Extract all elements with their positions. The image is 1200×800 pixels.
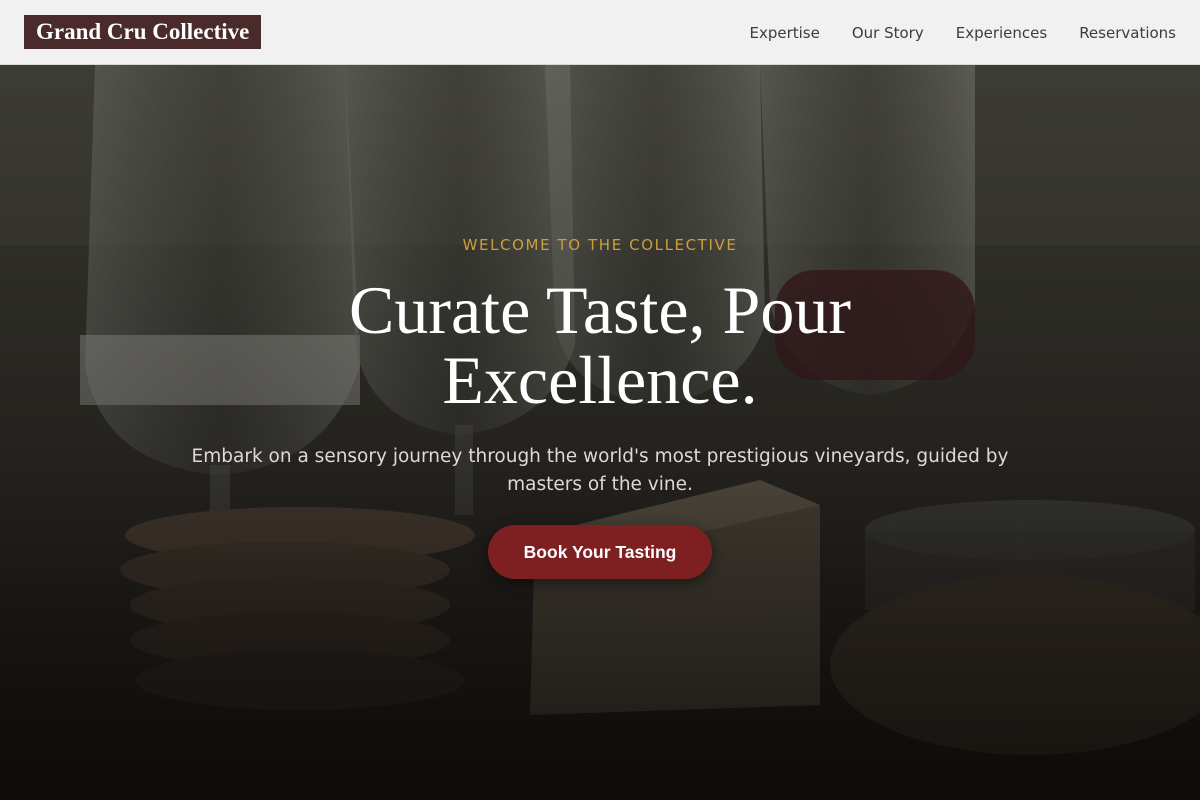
main-nav: Expertise Our Story Experiences Reservat… — [717, 0, 1176, 65]
nav-link-our-story[interactable]: Our Story — [852, 24, 924, 42]
nav-link-expertise[interactable]: Expertise — [749, 24, 819, 42]
nav-link-experiences[interactable]: Experiences — [956, 24, 1047, 42]
site-header: Grand Cru Collective Expertise Our Story… — [0, 0, 1200, 65]
hero-content: WELCOME TO THE COLLECTIVE Curate Taste, … — [0, 65, 1200, 800]
nav-link-reservations[interactable]: Reservations — [1079, 24, 1176, 42]
brand-logo[interactable]: Grand Cru Collective — [24, 15, 262, 49]
book-tasting-button[interactable]: Book Your Tasting — [488, 525, 712, 579]
hero-subtext: Embark on a sensory journey through the … — [191, 446, 1009, 495]
hero-headline: Curate Taste, Pour Excellence. — [349, 272, 851, 418]
hero-eyebrow: WELCOME TO THE COLLECTIVE — [462, 236, 738, 254]
